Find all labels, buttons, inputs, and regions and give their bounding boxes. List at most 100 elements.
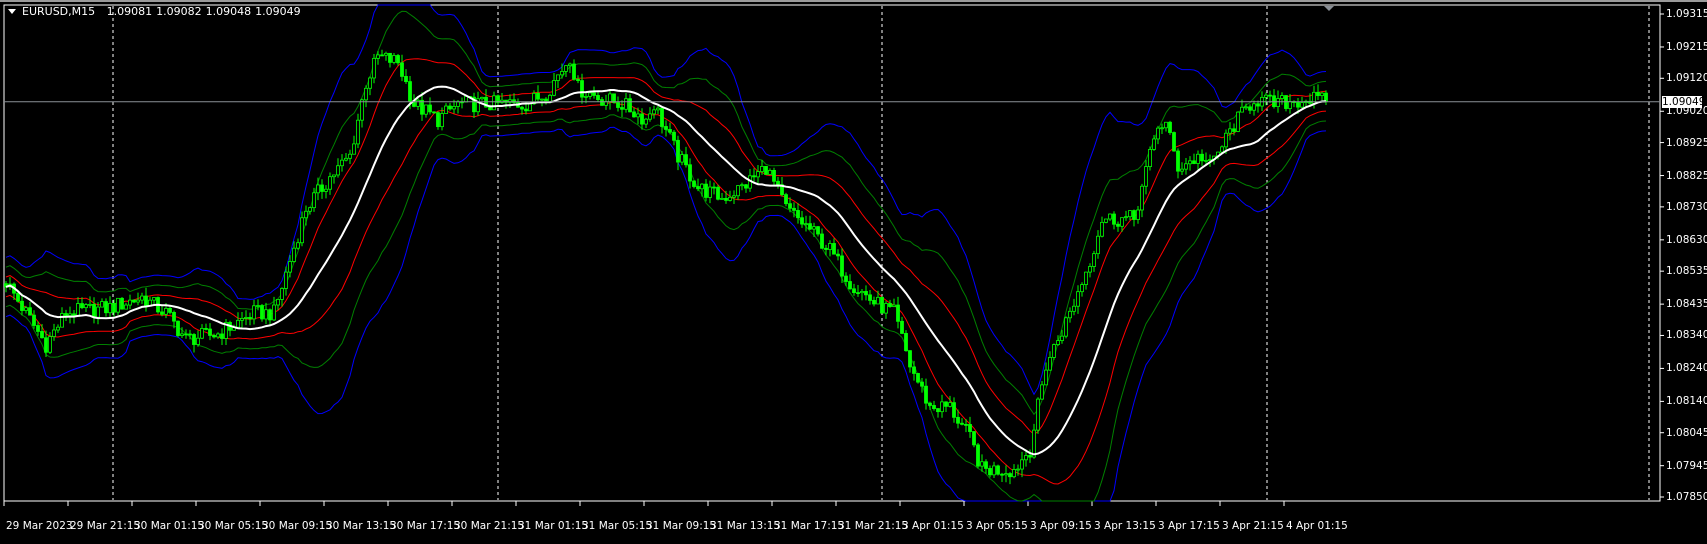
candle	[1008, 473, 1012, 478]
candle	[1300, 102, 1304, 108]
candle	[1240, 106, 1244, 113]
candle	[692, 180, 696, 187]
candle	[1132, 210, 1136, 220]
candle	[1140, 185, 1144, 211]
candle	[1144, 166, 1148, 187]
candle	[356, 119, 360, 145]
candle	[364, 87, 368, 101]
candle	[996, 465, 1000, 475]
time-tick-label: 31 Mar 01:15	[518, 520, 589, 532]
candle	[796, 210, 800, 219]
candle	[140, 295, 144, 301]
candle	[1068, 310, 1072, 319]
candle	[700, 183, 704, 190]
candle	[284, 271, 288, 289]
price-chart[interactable]	[0, 0, 1707, 544]
time-tick-label: 29 Mar 21:15	[70, 520, 141, 532]
candle	[76, 303, 80, 317]
candle	[592, 92, 596, 96]
candle	[168, 307, 172, 313]
time-tick-label: 3 Apr 09:15	[1030, 520, 1092, 532]
price-tick-label: 1.08045	[1666, 426, 1707, 439]
candle	[652, 109, 656, 115]
candle	[1028, 455, 1032, 458]
candle	[1272, 95, 1276, 107]
candle	[976, 444, 980, 467]
candle	[64, 313, 68, 317]
candle	[620, 107, 624, 110]
candle	[1104, 218, 1108, 223]
candle	[252, 305, 256, 320]
candle	[1112, 213, 1116, 225]
candle	[616, 102, 620, 108]
candle	[848, 281, 852, 290]
candle	[772, 169, 776, 182]
candle	[1288, 101, 1292, 109]
candle	[300, 217, 304, 244]
band-inner-upper-line	[5, 58, 1327, 436]
candle	[708, 186, 712, 198]
candle	[16, 292, 20, 302]
chart-shift-marker-icon	[1324, 6, 1334, 11]
candle	[1320, 92, 1324, 97]
candle	[216, 333, 220, 338]
candle	[1160, 127, 1164, 130]
candle	[912, 366, 916, 374]
candle	[360, 99, 364, 121]
candle	[88, 303, 92, 306]
candle	[656, 107, 660, 111]
candle	[108, 302, 112, 314]
candle	[924, 385, 928, 404]
candle	[128, 299, 132, 306]
candle	[1052, 344, 1056, 358]
candle	[308, 207, 312, 212]
candle	[820, 233, 824, 249]
candle	[240, 317, 244, 321]
candle	[556, 74, 560, 81]
candle	[804, 223, 808, 226]
candle	[104, 301, 108, 314]
candle	[1188, 160, 1192, 165]
time-tick-label: 31 Mar 09:15	[646, 520, 717, 532]
candle	[828, 243, 832, 250]
candle	[536, 92, 540, 100]
time-tick-label: 3 Apr 01:15	[902, 520, 964, 532]
candle	[664, 126, 668, 130]
candle	[596, 95, 600, 100]
candle	[784, 194, 788, 205]
candle	[1148, 149, 1152, 167]
symbol-label: EURUSD,M15	[22, 5, 96, 18]
candle	[244, 317, 248, 319]
ohlc-close: 1.09049	[255, 5, 301, 18]
band-outer-upper-line	[5, 4, 1327, 396]
candle	[256, 305, 260, 307]
time-tick-label: 3 Apr 17:15	[1158, 520, 1220, 532]
candle	[824, 247, 828, 250]
candle	[1192, 160, 1196, 164]
candle	[968, 424, 972, 432]
ohlc-low: 1.09048	[205, 5, 252, 18]
time-tick-label: 30 Mar 05:15	[198, 520, 269, 532]
candle	[188, 333, 192, 336]
candle	[56, 326, 60, 331]
candle	[488, 106, 492, 111]
candle	[1040, 384, 1044, 400]
candle	[100, 301, 104, 308]
candle	[292, 247, 296, 262]
dropdown-triangle-icon[interactable]	[8, 9, 16, 14]
candle	[632, 111, 636, 118]
candle	[680, 154, 684, 163]
current-price-label: 1.09049	[1662, 95, 1706, 108]
time-tick-label: 30 Mar 01:15	[134, 520, 205, 532]
candle	[752, 175, 756, 178]
candle	[668, 129, 672, 133]
candle	[196, 337, 200, 345]
time-tick-label: 29 Mar 2023	[6, 520, 73, 532]
candle	[220, 333, 224, 339]
candle	[544, 98, 548, 102]
candle	[248, 317, 252, 320]
candle	[420, 99, 424, 115]
price-tick-label: 1.08535	[1666, 265, 1707, 278]
candle	[756, 171, 760, 178]
candle	[1228, 128, 1232, 134]
